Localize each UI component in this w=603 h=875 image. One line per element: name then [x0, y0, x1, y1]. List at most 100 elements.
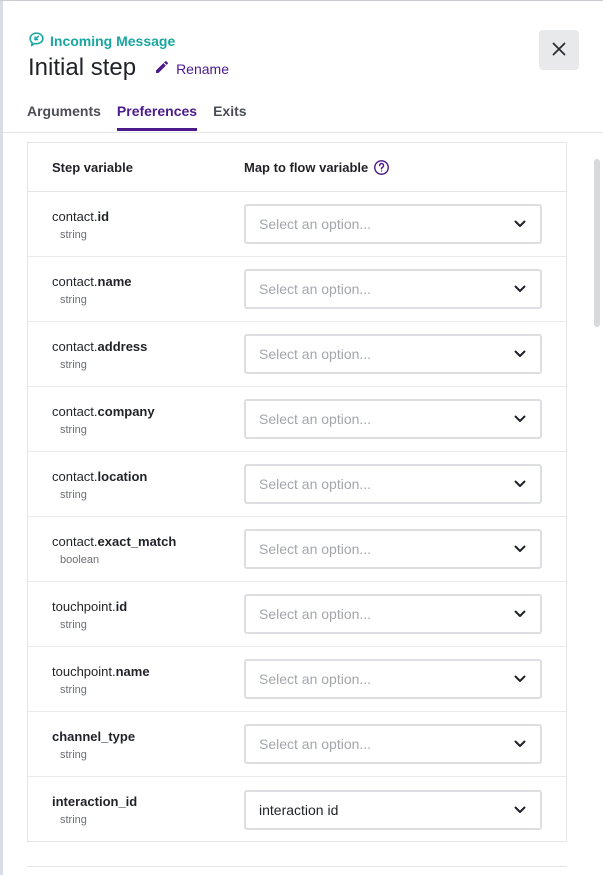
- variable-prefix: contact.: [52, 468, 98, 484]
- step-variable-name: channel_type: [52, 728, 244, 745]
- variable-key: id: [115, 598, 128, 614]
- variable-prefix: contact.: [52, 338, 98, 354]
- chevron-down-icon: [514, 345, 526, 363]
- select-value: Select an option...: [259, 346, 372, 362]
- flow-variable-select[interactable]: Select an option...: [244, 464, 542, 504]
- step-variable-name: contact.address: [52, 338, 244, 355]
- variable-key: name: [115, 663, 150, 679]
- select-value: Select an option...: [259, 671, 372, 687]
- step-variable-name: interaction_id: [52, 793, 244, 810]
- table-row: contact.exact_match boolean Select an opti…: [28, 517, 566, 582]
- step-variable-name: touchpoint.id: [52, 598, 244, 615]
- step-variable-name: touchpoint.name: [52, 663, 244, 680]
- tab-exits[interactable]: Exits: [213, 103, 246, 131]
- select-value: interaction id: [259, 801, 339, 818]
- table-row: contact.address string Select an option...: [28, 322, 566, 387]
- flow-variable-select[interactable]: Select an option...: [244, 659, 542, 699]
- select-value: Select an option...: [259, 411, 372, 427]
- step-variable-cell: touchpoint.name string: [28, 663, 244, 696]
- flow-variable-select[interactable]: Select an option...: [244, 334, 542, 374]
- flow-variable-select[interactable]: Select an option...: [244, 594, 542, 634]
- close-icon: [552, 42, 566, 59]
- flow-variable-select[interactable]: Select an option...: [244, 529, 542, 569]
- step-variable-cell: contact.address string: [28, 338, 244, 371]
- incoming-message-icon: [28, 31, 45, 51]
- scrollbar-thumb[interactable]: [594, 159, 600, 327]
- variable-key: company: [97, 403, 155, 419]
- tab-arguments[interactable]: Arguments: [27, 103, 101, 131]
- table-row: touchpoint.id string Select an option...: [28, 582, 566, 647]
- chevron-down-icon: [514, 540, 526, 558]
- section-divider: [27, 866, 567, 867]
- variable-prefix: touchpoint.: [52, 663, 116, 679]
- select-value: Select an option...: [259, 606, 372, 622]
- flow-variable-select[interactable]: Select an option...: [244, 269, 542, 309]
- variable-type: string: [60, 358, 87, 371]
- flow-variable-select[interactable]: Select an option...: [244, 204, 542, 244]
- variable-prefix: contact.: [52, 208, 98, 224]
- tab-divider: [3, 132, 603, 133]
- rename-label: Rename: [176, 60, 229, 77]
- table-row: channel_type string Select an option...: [28, 712, 566, 777]
- table-row: contact.location string Select an option..…: [28, 452, 566, 517]
- column-header-map-to-flow: Map to flow variable: [244, 159, 390, 176]
- flow-variable-select[interactable]: interaction id: [244, 789, 542, 830]
- variable-prefix: contact.: [52, 273, 98, 289]
- panel-header: Incoming Message Initial step Rename: [28, 31, 603, 82]
- close-button[interactable]: [539, 30, 579, 70]
- step-title: Initial step: [28, 54, 137, 81]
- variable-key: id: [97, 208, 110, 224]
- variable-key: location: [97, 468, 148, 484]
- rename-button[interactable]: Rename: [154, 59, 229, 78]
- variable-key: name: [97, 273, 132, 289]
- table-row: interaction_idstring interaction id: [28, 777, 566, 842]
- table-row: contact.id string Select an option...: [28, 192, 566, 257]
- flow-variable-select[interactable]: Select an option...: [244, 399, 542, 439]
- title-row: Initial step Rename: [28, 54, 603, 82]
- flow-variable-select[interactable]: Select an option...: [244, 724, 542, 764]
- variable-prefix: contact.: [52, 403, 98, 419]
- step-variable-name: contact.company: [52, 403, 244, 420]
- table-row: touchpoint.name string Select an option...: [28, 647, 566, 712]
- table-row: contact.name string Select an option...: [28, 257, 566, 322]
- step-variable-name: contact.location: [52, 468, 244, 485]
- select-value: Select an option...: [259, 216, 372, 232]
- variable-mapping-table: Step variable Map to flow variable conta…: [27, 142, 567, 842]
- variable-type: string: [60, 423, 87, 436]
- pencil-icon: [154, 59, 170, 78]
- step-variable-name: contact.id: [52, 208, 244, 225]
- chevron-down-icon: [514, 475, 526, 493]
- chevron-down-icon: [514, 801, 526, 819]
- variable-type: string: [60, 488, 87, 501]
- chevron-down-icon: [514, 735, 526, 753]
- variable-key: exact_match: [97, 533, 177, 549]
- help-circle-icon[interactable]: [373, 159, 390, 176]
- variable-key: channel_type: [52, 728, 136, 744]
- variable-type: string: [60, 814, 87, 826]
- step-variable-name: contact.name: [52, 273, 244, 290]
- variable-type: string: [60, 618, 87, 631]
- chevron-down-icon: [514, 410, 526, 428]
- select-value: Select an option...: [259, 281, 372, 297]
- column-header-map-to-flow-text: Map to flow variable: [244, 159, 369, 175]
- select-value: Select an option...: [259, 476, 372, 492]
- tab-preferences[interactable]: Preferences: [116, 103, 198, 131]
- step-variable-cell: touchpoint.id string: [28, 598, 244, 631]
- variable-type: string: [60, 748, 87, 761]
- step-variable-cell: contact.name string: [28, 273, 244, 306]
- variable-type: string: [60, 683, 87, 696]
- table-header: Step variable Map to flow variable: [28, 143, 566, 192]
- step-variable-cell: channel_typestring: [28, 728, 244, 761]
- step-variable-cell: interaction_idstring: [28, 793, 244, 826]
- select-value: Select an option...: [259, 541, 372, 557]
- variable-key: interaction_id: [52, 794, 138, 809]
- chevron-down-icon: [514, 280, 526, 298]
- step-variable-cell: contact.id string: [28, 208, 244, 241]
- side-panel: Incoming Message Initial step Rename Arg…: [0, 0, 603, 875]
- variable-prefix: contact.: [52, 533, 98, 549]
- variable-key: address: [97, 338, 148, 354]
- chevron-down-icon: [514, 605, 526, 623]
- table-body: contact.id string Select an option... conta…: [28, 192, 566, 842]
- step-variable-name: contact.exact_match: [52, 533, 244, 550]
- step-variable-cell: contact.company string: [28, 403, 244, 436]
